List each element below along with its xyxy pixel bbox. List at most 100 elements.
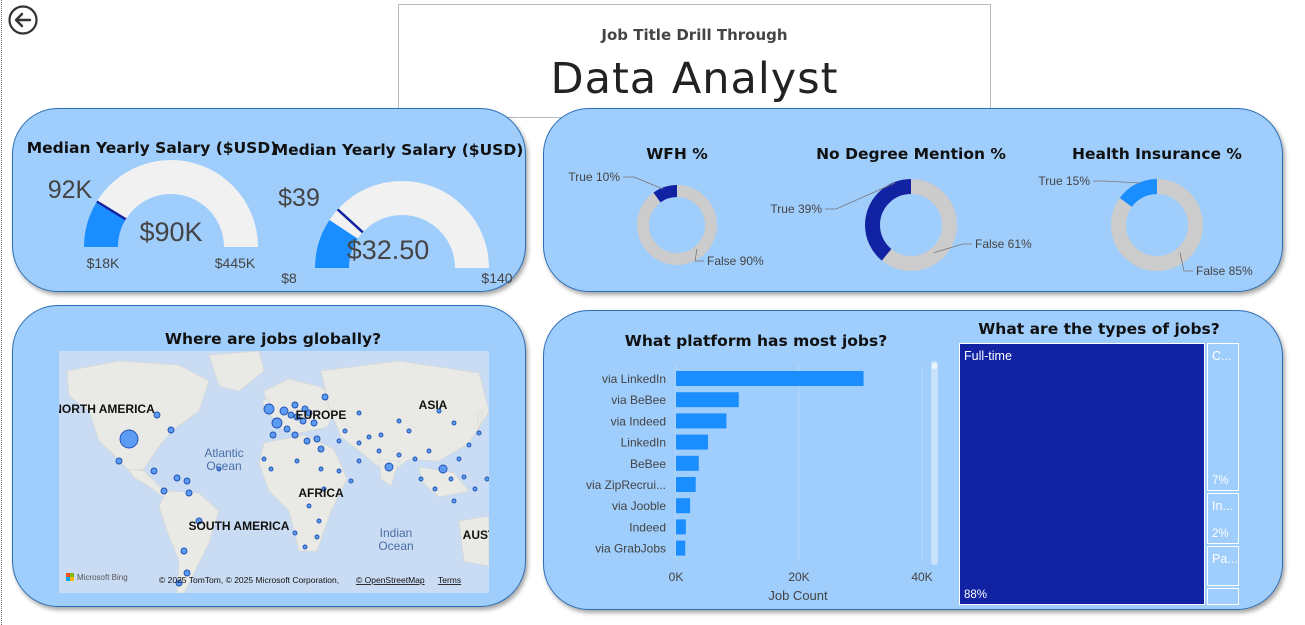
job-location-bubble[interactable]	[279, 406, 289, 416]
job-location-bubble[interactable]	[318, 466, 324, 472]
job-location-bubble[interactable]	[336, 468, 342, 474]
percent-donuts: WFH % True 10% False 90% No Degree Mention …	[568, 145, 1253, 278]
job-location-bubble[interactable]	[303, 437, 311, 445]
job-location-bubble[interactable]	[269, 431, 277, 439]
map-title: Where are jobs globally?	[165, 330, 381, 348]
gauge-value: $90K	[139, 217, 202, 247]
back-arrow-icon[interactable]	[8, 5, 38, 35]
category-label: BeBee	[630, 457, 666, 471]
job-location-bubble[interactable]	[115, 457, 123, 465]
platform-bar[interactable]	[676, 392, 739, 408]
job-location-bubble[interactable]	[456, 456, 462, 462]
job-location-bubble[interactable]	[283, 425, 291, 433]
job-location-bubble[interactable]	[302, 544, 308, 550]
job-location-bubble[interactable]	[412, 456, 418, 462]
job-location-bubble[interactable]	[384, 462, 394, 472]
job-location-bubble[interactable]	[153, 411, 161, 419]
job-location-bubble[interactable]	[180, 547, 188, 555]
job-location-bubble[interactable]	[448, 476, 454, 482]
drill-through-subtitle: Job Title Drill Through	[601, 26, 788, 44]
job-location-bubble[interactable]	[396, 418, 402, 424]
platform-bar[interactable]	[676, 434, 708, 450]
job-location-bubble[interactable]	[461, 474, 467, 480]
platform-bar[interactable]	[676, 540, 686, 556]
treemap-tile-label: Pa...	[1212, 552, 1238, 566]
job-location-bubble[interactable]	[173, 474, 181, 482]
job-location-bubble[interactable]	[317, 445, 325, 453]
job-location-bubble[interactable]	[438, 464, 448, 474]
job-location-bubble[interactable]	[185, 489, 193, 497]
job-location-bubble[interactable]	[466, 442, 472, 448]
job-location-bubble[interactable]	[484, 476, 489, 482]
job-location-bubble[interactable]	[292, 530, 298, 536]
terms-link[interactable]: Terms	[438, 575, 461, 585]
job-location-bubble[interactable]	[356, 410, 362, 416]
platform-bar[interactable]	[676, 498, 691, 514]
platform-bar[interactable]	[676, 455, 699, 471]
job-location-bubble[interactable]	[432, 486, 438, 492]
category-label: via BeBee	[611, 393, 666, 407]
title-card: Job Title Drill Through Data Analyst	[398, 4, 991, 118]
job-location-bubble[interactable]	[472, 486, 478, 492]
job-location-bubble[interactable]	[119, 429, 139, 449]
platform-bar[interactable]	[676, 477, 696, 492]
job-location-bubble[interactable]	[426, 448, 432, 454]
job-location-bubble[interactable]	[356, 440, 362, 446]
job-location-bubble[interactable]	[418, 476, 424, 482]
job-type-treemap[interactable]: Full-time 88% C... 7% In... 2% Pa...	[959, 343, 1241, 605]
job-location-bubble[interactable]	[306, 503, 312, 509]
job-location-bubble[interactable]	[261, 456, 267, 462]
job-location-bubble[interactable]	[476, 430, 482, 436]
donut-true-leader	[1093, 180, 1141, 184]
job-location-bubble[interactable]	[160, 487, 168, 495]
job-location-bubble[interactable]	[271, 417, 283, 429]
treemap-tile-label: C...	[1212, 349, 1232, 363]
scroll-thumb[interactable]	[932, 363, 937, 369]
job-location-bubble[interactable]	[406, 428, 412, 434]
label-north-america: NORTH AMERICA	[59, 402, 155, 416]
job-location-bubble[interactable]	[313, 435, 321, 443]
job-location-bubble[interactable]	[366, 434, 372, 440]
job-location-bubble[interactable]	[167, 426, 175, 434]
map-title-wrap: Where are jobs globally?	[165, 330, 381, 348]
platform-chart-title: What platform has most jobs?	[625, 332, 887, 350]
treemap-tile-4[interactable]: Pa...	[1207, 546, 1239, 586]
job-location-bubble[interactable]	[263, 403, 275, 415]
treemap-tile-5[interactable]	[1207, 588, 1239, 605]
job-location-bubble[interactable]	[376, 448, 382, 454]
job-location-bubble[interactable]	[314, 534, 320, 540]
gauge-max-label: $140	[481, 270, 512, 286]
job-location-bubble[interactable]	[342, 428, 348, 434]
treemap-tile-3[interactable]: In... 2%	[1207, 493, 1239, 544]
donut-2: No Degree Mention % True 39% False 61%	[770, 145, 1032, 271]
job-location-bubble[interactable]	[287, 411, 295, 419]
job-location-bubble[interactable]	[348, 478, 354, 484]
chart-scrollbar[interactable]	[931, 361, 938, 565]
category-label: via ZipRecrui...	[586, 478, 666, 492]
report-page: Job Title Drill Through Data Analyst Med…	[0, 0, 1305, 625]
donut-3: Health Insurance % True 15% False 85%	[1038, 145, 1253, 278]
platform-bar[interactable]	[676, 519, 686, 535]
job-location-bubble[interactable]	[291, 431, 299, 439]
job-location-bubble[interactable]	[396, 452, 402, 458]
map-attribution: © 2025 TomTom, © 2025 Microsoft Corporat…	[159, 575, 339, 585]
donut-true-label: True 15%	[1038, 174, 1090, 188]
platform-bar[interactable]	[676, 413, 727, 429]
osm-link[interactable]: © OpenStreetMap	[356, 575, 425, 585]
treemap-tile-1[interactable]: Full-time 88%	[959, 343, 1205, 605]
treemap-tile-2[interactable]: C... 7%	[1207, 343, 1239, 491]
job-location-bubble[interactable]	[321, 393, 329, 401]
job-location-bubble[interactable]	[268, 466, 274, 472]
job-location-bubble[interactable]	[183, 477, 191, 485]
job-location-bubble[interactable]	[316, 518, 322, 524]
job-location-bubble[interactable]	[378, 432, 384, 438]
job-location-bubble[interactable]	[451, 420, 457, 426]
job-location-bubble[interactable]	[451, 498, 457, 504]
platform-bar[interactable]	[676, 371, 864, 386]
job-location-bubble[interactable]	[294, 458, 300, 464]
salary-card: Median Yearly Salary ($USD) 92K $90K $18K $4…	[12, 108, 526, 292]
job-location-bubble[interactable]	[150, 467, 158, 475]
world-map[interactable]: NORTH AMERICA EUROPE ASIA Atlantic Ocean AFRI…	[59, 351, 489, 593]
job-location-bubble[interactable]	[336, 438, 342, 444]
job-location-bubble[interactable]	[356, 458, 362, 464]
